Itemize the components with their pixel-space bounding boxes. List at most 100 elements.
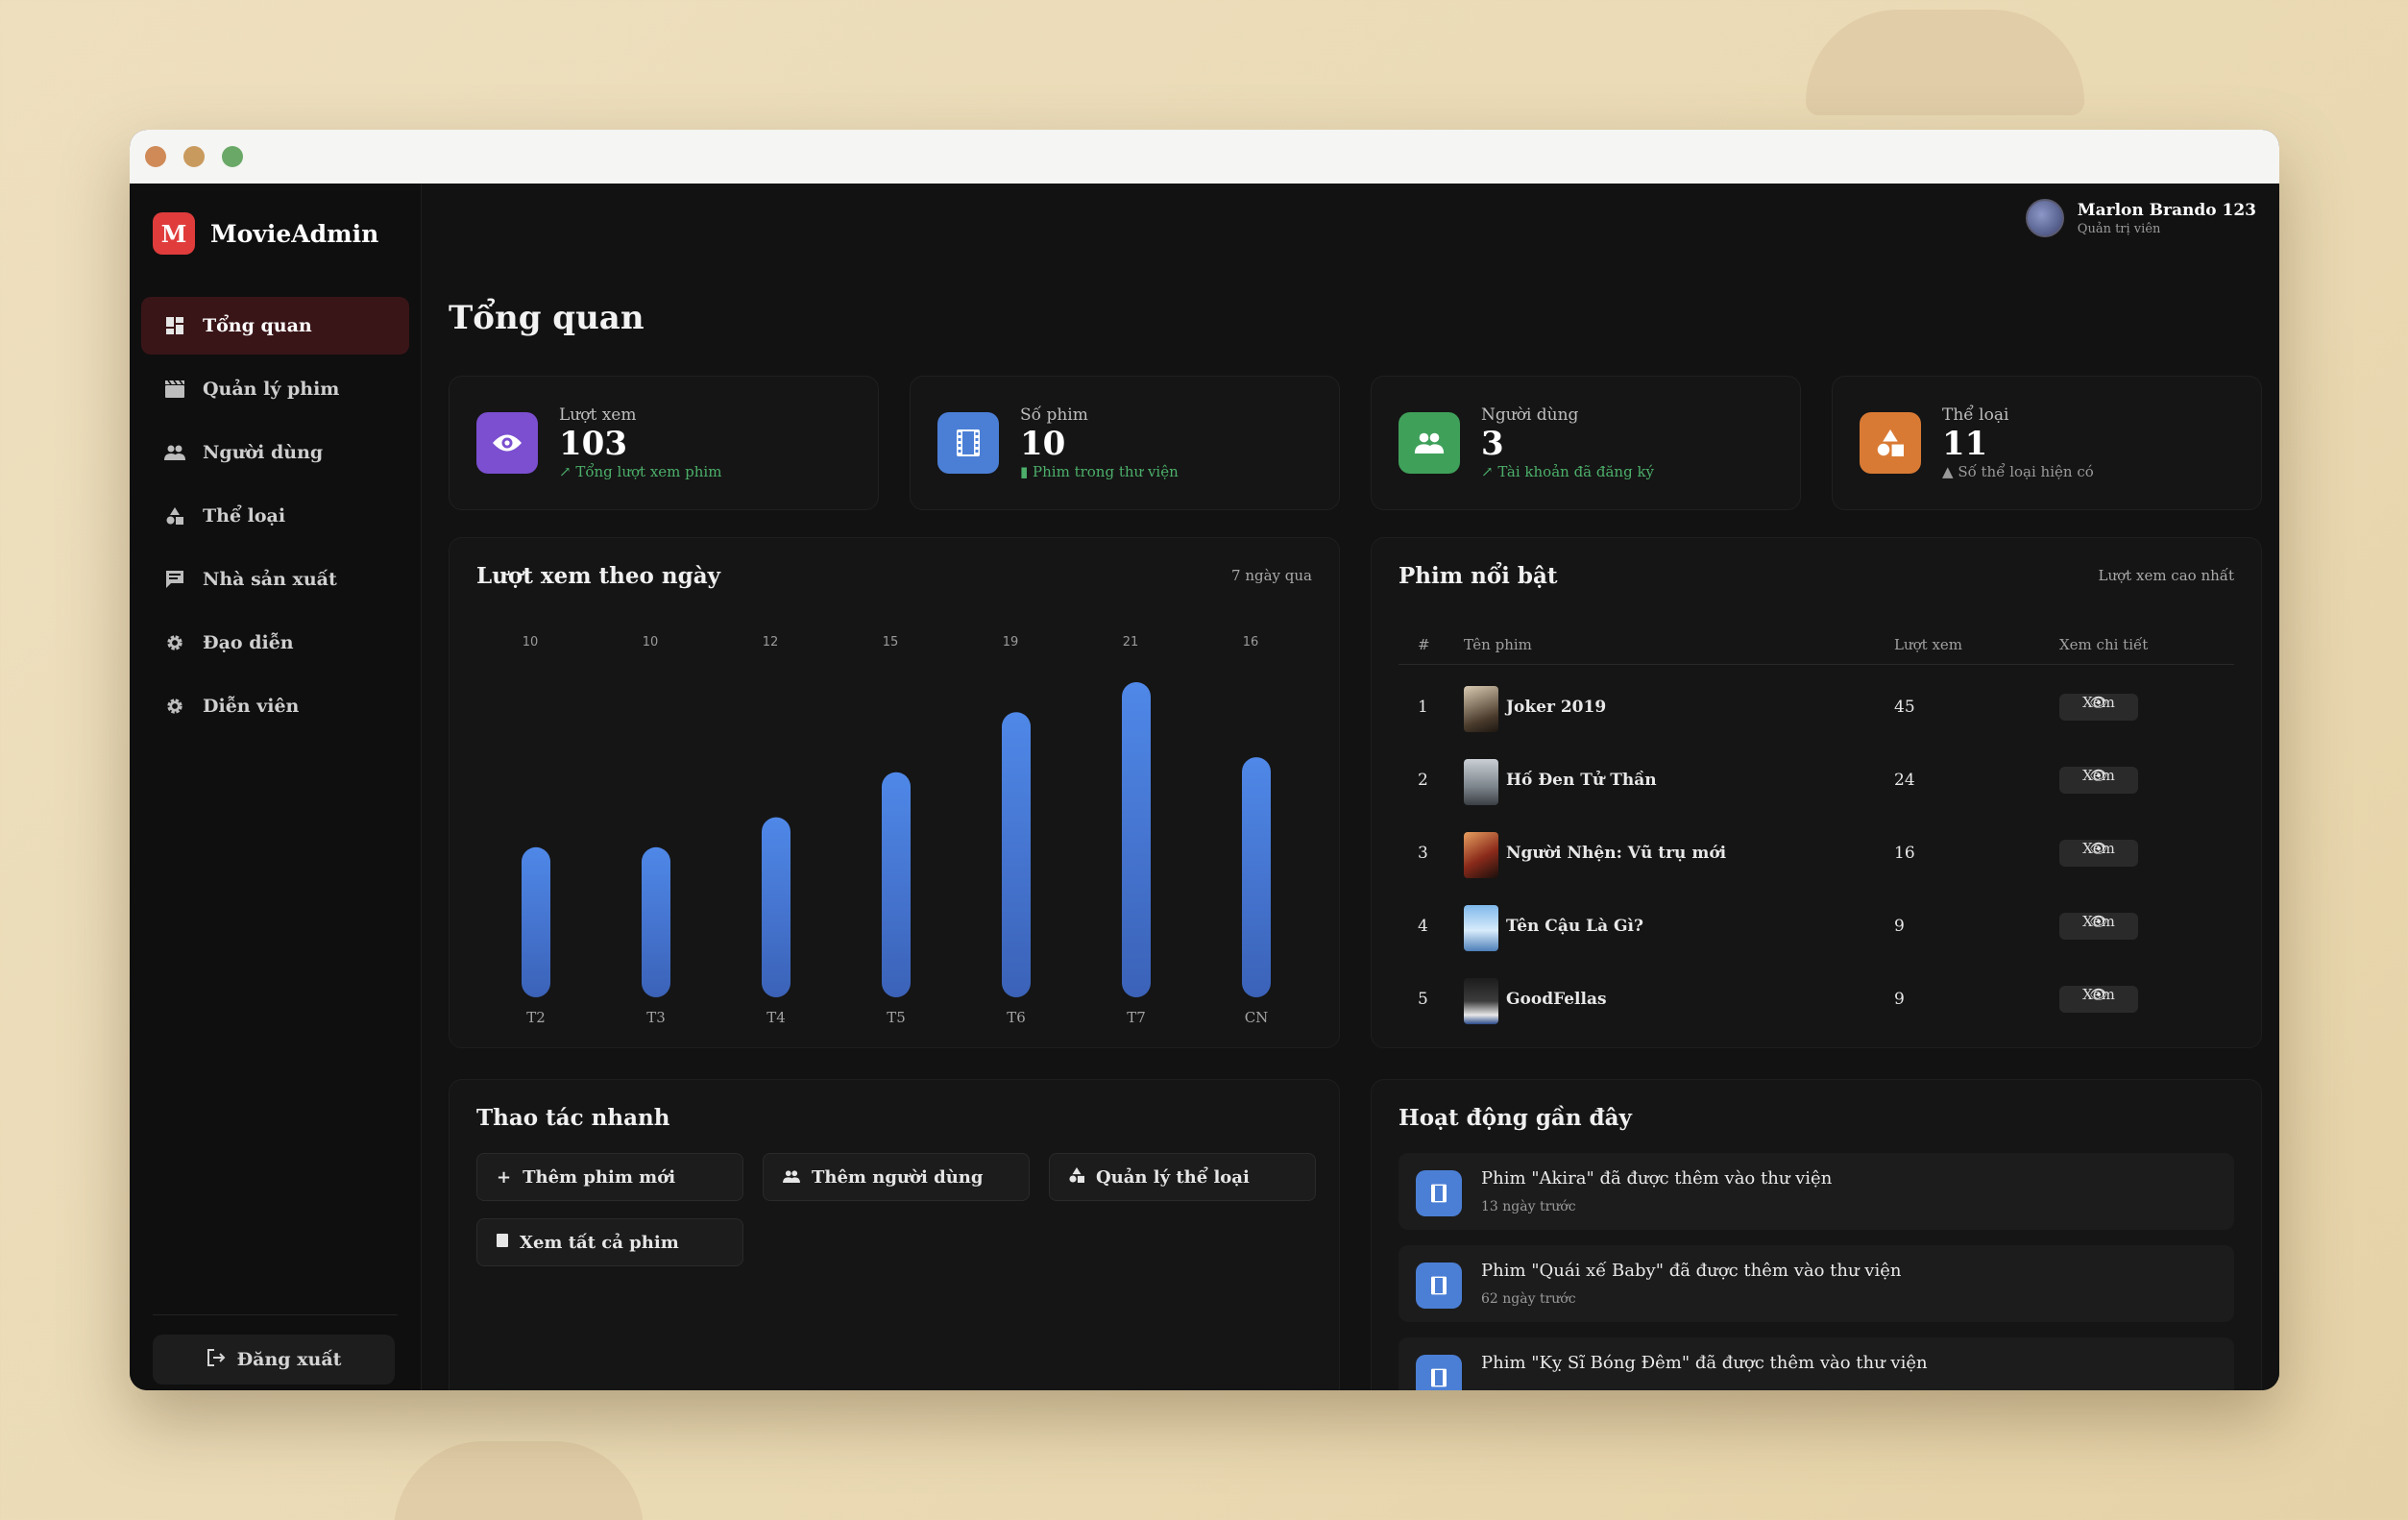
chart-bar[interactable] bbox=[642, 846, 670, 997]
movie-views: 9 bbox=[1894, 917, 1905, 936]
chart-bar[interactable] bbox=[762, 817, 791, 997]
sidebar-item-label: Thể loại bbox=[203, 505, 286, 527]
movie-views: 16 bbox=[1894, 844, 1915, 863]
bar-value-label: 15 bbox=[883, 635, 899, 650]
table-row: 2 Hố Đen Tử Thần 24 👁 Xem bbox=[1399, 744, 2234, 817]
trend-icon: ↗ bbox=[559, 463, 576, 481]
stat-value: 103 bbox=[559, 424, 627, 463]
movie-title: Tên Cậu Là Gì? bbox=[1506, 917, 1643, 936]
user-role: Quản trị viên bbox=[2077, 221, 2161, 236]
shapes-icon bbox=[1069, 1166, 1084, 1188]
activity-item[interactable]: Phim "Kỵ Sĩ Bóng Đêm" đã được thêm vào t… bbox=[1399, 1337, 2234, 1390]
activity-item[interactable]: Phim "Quái xế Baby" đã được thêm vào thư… bbox=[1399, 1245, 2234, 1322]
eye-icon bbox=[476, 412, 538, 474]
activity-text: Phim "Akira" đã được thêm vào thư viện bbox=[1481, 1168, 1833, 1189]
close-window-button[interactable] bbox=[145, 146, 166, 167]
table-header: # Tên phim Lượt xem Xem chi tiết bbox=[1399, 626, 2234, 665]
shapes-icon bbox=[164, 505, 185, 527]
chart-bar[interactable] bbox=[1242, 757, 1271, 997]
brand[interactable]: M MovieAdmin bbox=[130, 184, 421, 283]
x-tick-label: T5 bbox=[887, 1009, 906, 1026]
view-button[interactable]: 👁 Xem bbox=[2059, 913, 2138, 940]
movie-title: Joker 2019 bbox=[1506, 698, 1607, 717]
row-rank: 2 bbox=[1418, 771, 1428, 790]
logout-button[interactable]: Đăng xuất bbox=[153, 1335, 395, 1385]
x-tick-label: T6 bbox=[1007, 1009, 1026, 1026]
bar-value-label: 10 bbox=[523, 635, 539, 650]
movie-views: 24 bbox=[1894, 771, 1915, 790]
row-rank: 1 bbox=[1418, 698, 1428, 717]
view-button[interactable]: 👁 Xem bbox=[2059, 986, 2138, 1013]
sidebar-item-producers[interactable]: Nhà sản xuất bbox=[141, 551, 409, 608]
sidebar-item-label: Quản lý phim bbox=[203, 379, 340, 400]
trend-icon: ↗ bbox=[1481, 463, 1498, 481]
sidebar-item-directors[interactable]: Đạo diễn bbox=[141, 614, 409, 672]
view-button[interactable]: 👁 Xem bbox=[2059, 694, 2138, 721]
stat-card-genres: Thể loại 11 ▲ Số thể loại hiện có bbox=[1832, 376, 2262, 510]
sidebar-item-overview[interactable]: Tổng quan bbox=[141, 297, 409, 355]
view-button[interactable]: 👁 Xem bbox=[2059, 767, 2138, 794]
sidebar-nav: Tổng quan Quản lý phim Người dùng Thể lo… bbox=[130, 283, 421, 754]
manage-genres-button[interactable]: Quản lý thể loại bbox=[1049, 1153, 1316, 1201]
users-icon bbox=[164, 442, 185, 463]
add-user-button[interactable]: Thêm người dùng bbox=[763, 1153, 1030, 1201]
user-menu[interactable]: Marlon Brando 123 Quản trị viên bbox=[2025, 199, 2256, 237]
film-icon: ▮ bbox=[1020, 463, 1034, 481]
shapes-icon bbox=[1860, 412, 1921, 474]
activity-item[interactable]: Phim "Akira" đã được thêm vào thư viện 1… bbox=[1399, 1153, 2234, 1230]
sidebar-item-label: Người dùng bbox=[203, 442, 324, 463]
stat-value: 3 bbox=[1481, 424, 1504, 463]
card-title: Thao tác nhanh bbox=[476, 1105, 670, 1131]
minimize-window-button[interactable] bbox=[183, 146, 205, 167]
shapes-icon: ▲ bbox=[1942, 463, 1958, 481]
maximize-window-button[interactable] bbox=[222, 146, 243, 167]
stat-value: 11 bbox=[1942, 424, 1988, 463]
stat-subtitle: ▮ Phim trong thư viện bbox=[1020, 463, 1179, 481]
add-movie-button[interactable]: + Thêm phim mới bbox=[476, 1153, 743, 1201]
chart-bar[interactable] bbox=[522, 846, 550, 997]
stat-subtitle: ▲ Số thể loại hiện có bbox=[1942, 463, 2094, 481]
row-rank: 4 bbox=[1418, 917, 1428, 936]
row-rank: 5 bbox=[1418, 990, 1428, 1009]
gear-icon bbox=[164, 696, 185, 717]
sidebar-item-genres[interactable]: Thể loại bbox=[141, 487, 409, 545]
stat-label: Thể loại bbox=[1942, 405, 2009, 425]
sidebar-item-actors[interactable]: Diễn viên bbox=[141, 677, 409, 735]
col-rank: # bbox=[1418, 636, 1430, 653]
movie-poster bbox=[1464, 686, 1498, 732]
bar-value-label: 19 bbox=[1003, 635, 1019, 650]
sidebar-item-label: Diễn viên bbox=[203, 696, 300, 717]
x-tick-label: CN bbox=[1245, 1009, 1269, 1026]
stat-label: Lượt xem bbox=[559, 405, 637, 425]
chart-bar[interactable] bbox=[1122, 682, 1151, 997]
card-title: Phim nổi bật bbox=[1399, 563, 1558, 589]
x-tick-label: T3 bbox=[646, 1009, 666, 1026]
film-icon bbox=[1416, 1170, 1462, 1216]
view-button[interactable]: 👁 Xem bbox=[2059, 840, 2138, 867]
app-window: M MovieAdmin Tổng quan Quản lý phim Ngườ… bbox=[130, 130, 2279, 1390]
sidebar-item-label: Đạo diễn bbox=[203, 632, 294, 653]
divider bbox=[153, 1314, 398, 1315]
table-row: 5 GoodFellas 9 👁 Xem bbox=[1399, 963, 2234, 1036]
user-name: Marlon Brando 123 bbox=[2077, 200, 2256, 220]
logout-label: Đăng xuất bbox=[236, 1349, 342, 1370]
movie-views: 45 bbox=[1894, 698, 1915, 717]
sidebar-item-label: Nhà sản xuất bbox=[203, 569, 337, 590]
sidebar: M MovieAdmin Tổng quan Quản lý phim Ngườ… bbox=[130, 184, 422, 1390]
x-tick-label: T4 bbox=[766, 1009, 786, 1026]
logout-icon bbox=[207, 1348, 226, 1371]
movie-poster bbox=[1464, 978, 1498, 1024]
sidebar-item-users[interactable]: Người dùng bbox=[141, 424, 409, 481]
row-rank: 3 bbox=[1418, 844, 1428, 863]
movie-title: Hố Đen Tử Thần bbox=[1506, 771, 1657, 790]
movie-title: GoodFellas bbox=[1506, 990, 1607, 1009]
chart-bar[interactable] bbox=[882, 772, 911, 997]
sidebar-item-movies[interactable]: Quản lý phim bbox=[141, 360, 409, 418]
view-all-movies-button[interactable]: Xem tất cả phim bbox=[476, 1218, 743, 1266]
movie-poster bbox=[1464, 759, 1498, 805]
brand-logo: M bbox=[153, 212, 195, 255]
chart-bar[interactable] bbox=[1002, 712, 1031, 997]
movie-title: Người Nhện: Vũ trụ mới bbox=[1506, 844, 1727, 863]
sidebar-item-label: Tổng quan bbox=[203, 315, 312, 336]
col-detail: Xem chi tiết bbox=[2059, 636, 2149, 653]
